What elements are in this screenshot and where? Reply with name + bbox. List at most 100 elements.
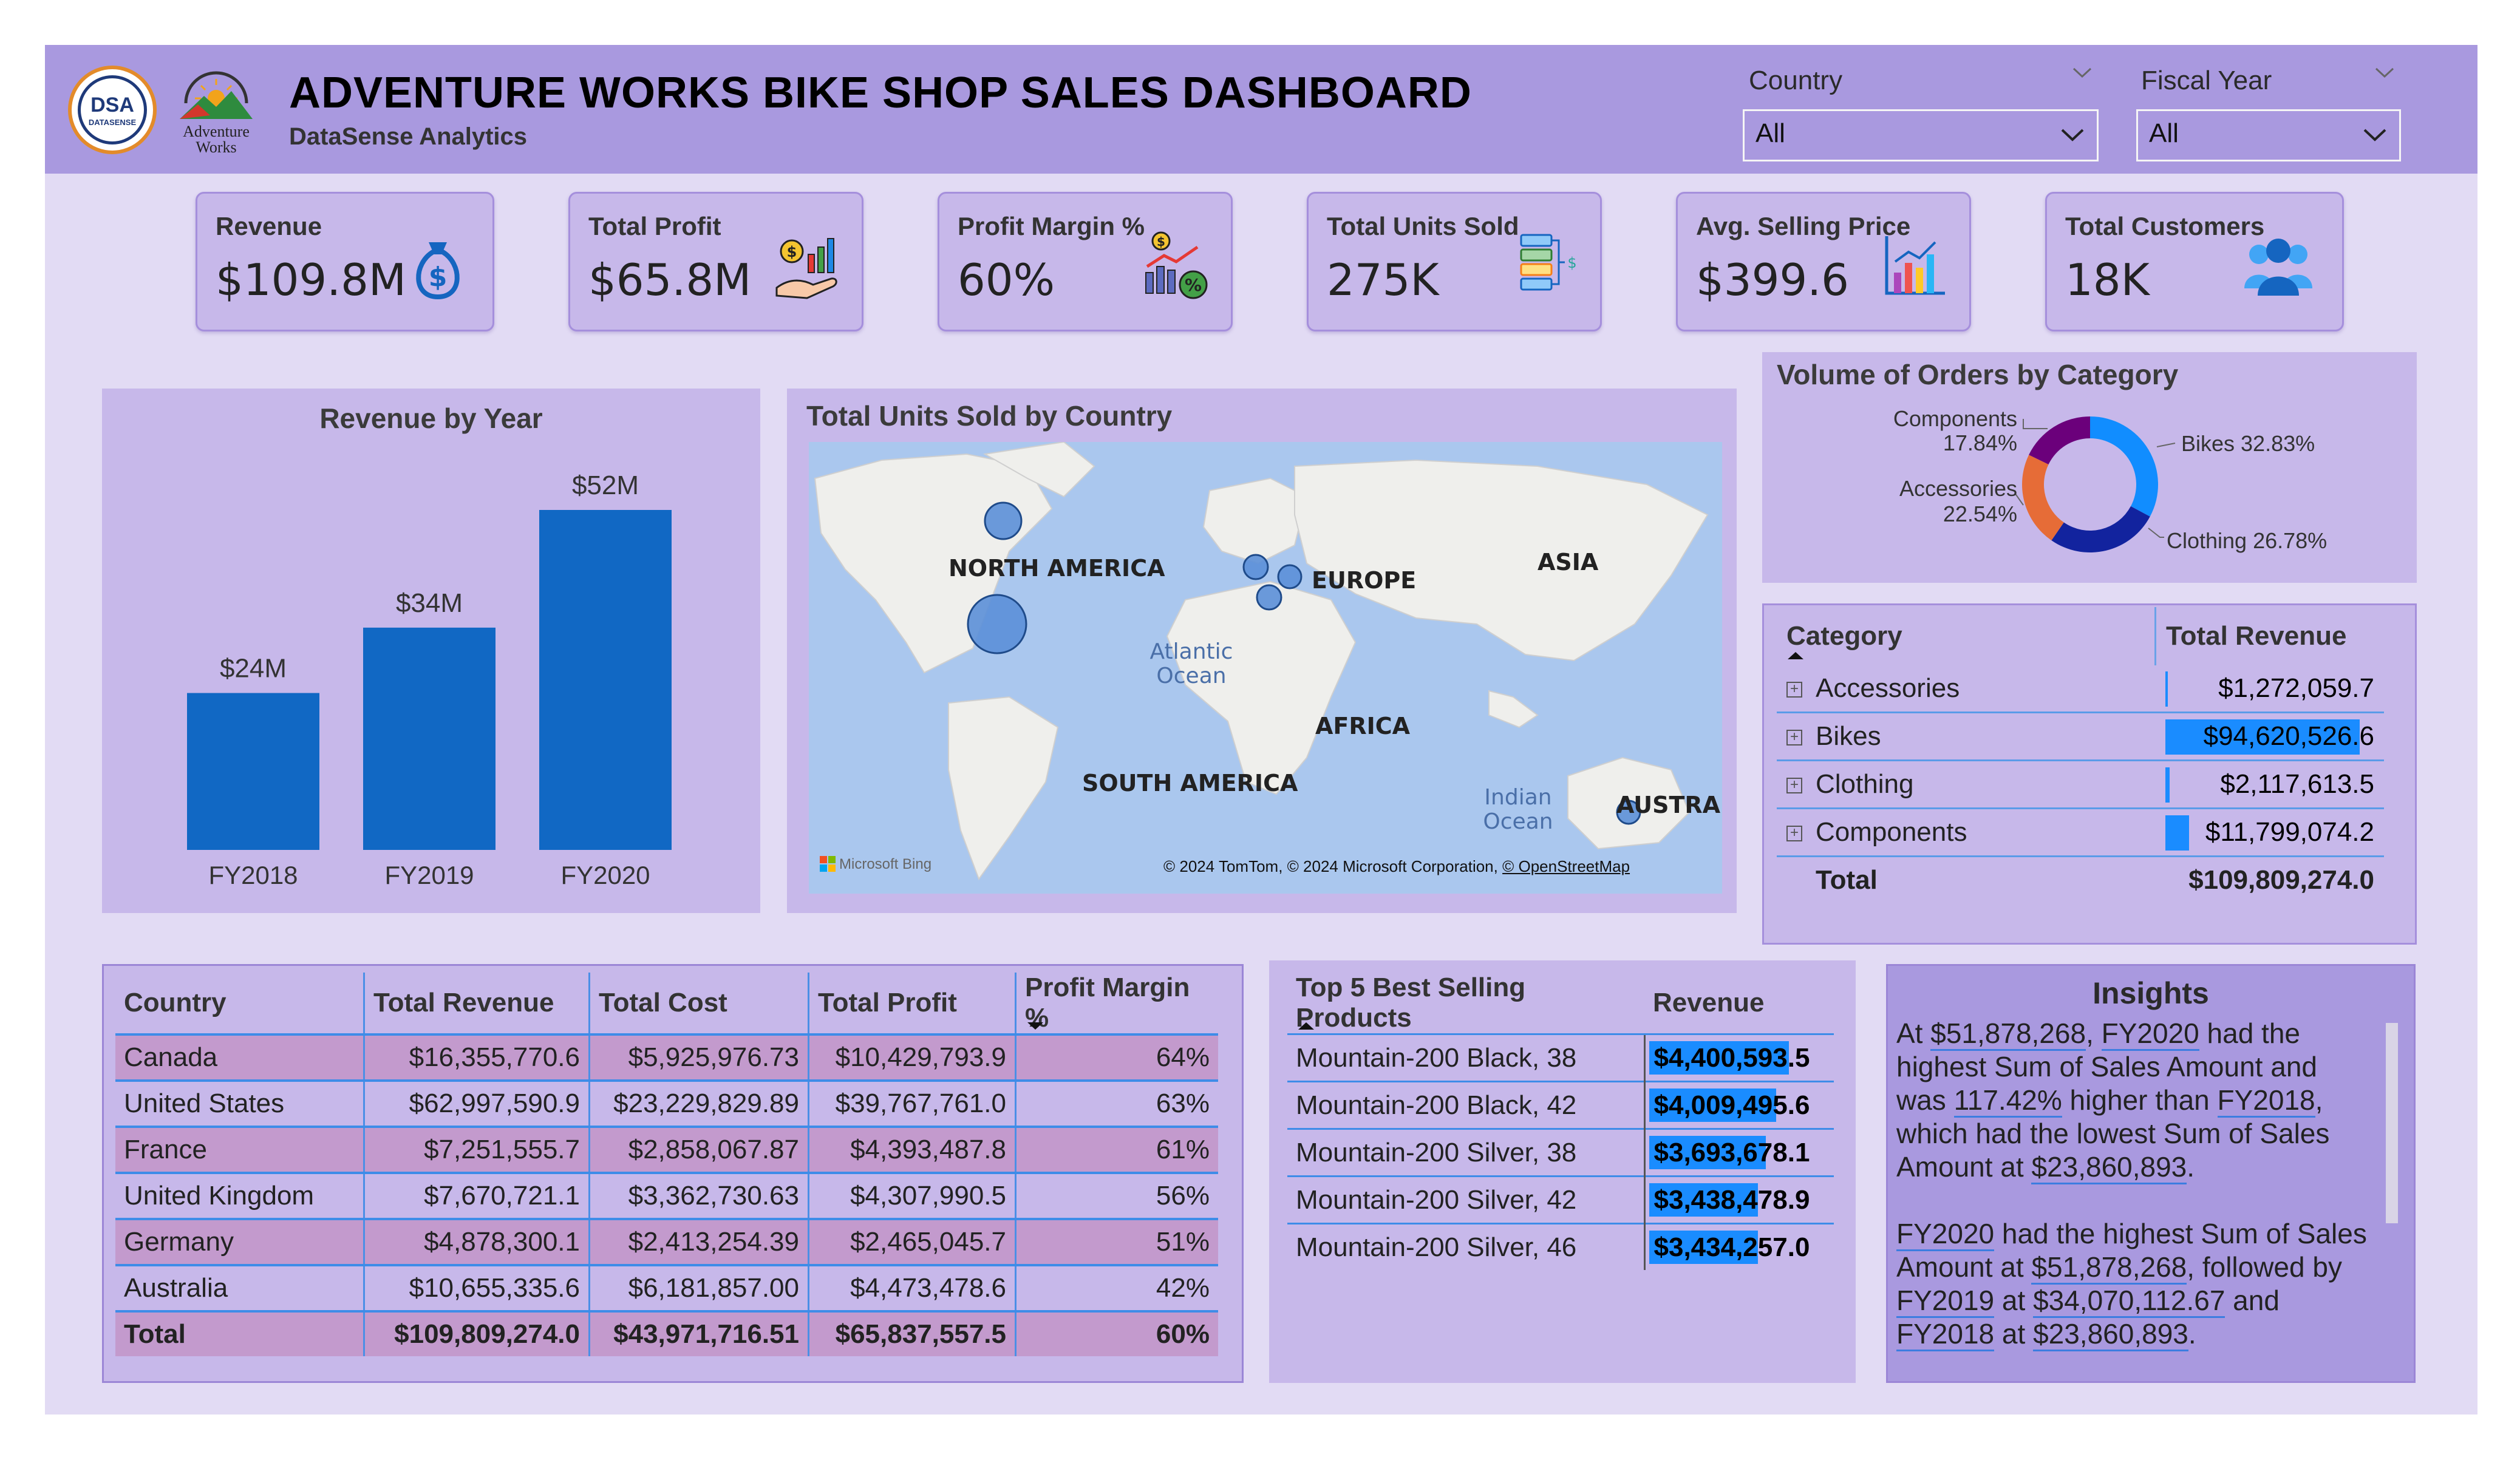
page-title: ADVENTURE WORKS BIKE SHOP SALES DASHBOAR… [289,69,1472,117]
chevron-down-icon [2363,129,2386,141]
customers-icon [2244,239,2312,296]
kpi-card-total-customers[interactable]: Total Customers 18K [2045,192,2344,331]
table-row[interactable]: France $7,251,555.7 $2,858,067.87 $4,393,48… [115,1126,1218,1173]
category-row[interactable]: + Clothing $2,117,613.5 [1777,760,2384,809]
kpi-card-profit-margin[interactable]: Profit Margin % 60% $ % [938,192,1233,331]
kpi-label: Total Profit [588,212,721,240]
bar-fy2018[interactable] [187,693,319,850]
world-map[interactable]: NORTH AMERICA EUROPE ASIA AFRICA SOUTH A… [809,442,1722,894]
sort-asc-icon [1298,1022,1314,1030]
header-profit-margin[interactable]: Profit Margin % [1016,973,1219,1034]
header-revenue[interactable]: Revenue [1644,973,1834,1034]
cell-value: $7,670,721.1 [364,1172,590,1219]
cell-value: 63% [1015,1079,1218,1127]
slice-bikes[interactable] [2090,416,2158,517]
expand-icon[interactable]: + [1786,682,1802,698]
product-row[interactable]: Mountain-200 Black, 38 $4,400,593.5 [1287,1033,1834,1082]
category-name: Bikes [1816,721,1881,751]
cell-total-revenue: $94,620,526.6 [2155,712,2384,761]
cell-total-revenue: $2,117,613.5 [2155,760,2384,809]
kpi-card-avg-selling-price[interactable]: Avg. Selling Price $399.6 [1676,192,1971,331]
header-total-cost[interactable]: Total Cost [589,973,809,1034]
header-country[interactable]: Country [115,973,365,1034]
label-north-america: NORTH AMERICA [948,555,1165,582]
cell-value: $3,362,730.63 [589,1172,809,1219]
product-row[interactable]: Mountain-200 Silver, 42 $3,438,478.9 [1287,1175,1834,1224]
country-dropdown-value: All [1755,118,1785,148]
units-stack-icon: $ [1520,234,1577,291]
expand-icon[interactable]: + [1786,730,1802,746]
cell-value: 51% [1015,1218,1218,1265]
table-row[interactable]: Germany $4,878,300.1 $2,413,254.39 $2,465,0… [115,1218,1218,1265]
table-row[interactable]: United Kingdom $7,670,721.1 $3,362,730.63 $… [115,1172,1218,1219]
revenue-value: $3,434,257.0 [1653,1232,1810,1262]
table-row[interactable]: United States $62,997,590.9 $23,229,829.89… [115,1079,1218,1127]
cell-value: $4,307,990.5 [808,1172,1017,1219]
category-row[interactable]: + Accessories $1,272,059.7 [1777,665,2384,713]
category-total-row: Total $109,809,274.0 [1777,857,2384,904]
kpi-label: Total Units Sold [1327,212,1519,240]
kpi-card-total-profit[interactable]: Total Profit $65.8M $ [568,192,863,331]
bar-fy2020[interactable] [539,510,672,850]
cell-value: $2,858,067.87 [589,1126,809,1173]
cell-product: Mountain-200 Silver, 38 [1287,1128,1644,1177]
cell-category: + Components [1777,808,2156,857]
data-bar [2165,767,2170,803]
cell-value: 42% [1015,1264,1218,1311]
map-title: Total Units Sold by Country [806,400,1173,432]
fiscal-year-collapse-chevron-icon[interactable] [2374,62,2395,86]
header-category[interactable]: Category [1777,607,2156,665]
donut-label-components: Components 17.84% [1893,406,2017,455]
header-total-revenue[interactable]: Total Revenue [364,973,590,1034]
table-row[interactable]: Australia $10,655,335.6 $6,181,857.00 $4,47… [115,1264,1218,1311]
category-row[interactable]: + Bikes $94,620,526.6 [1777,712,2384,761]
expand-icon[interactable]: + [1786,778,1802,794]
bar-fy2019[interactable] [363,627,495,850]
x-tick-label: FY2019 [384,861,474,889]
header-product[interactable]: Top 5 Best Selling Products [1287,973,1644,1034]
cell-category: + Accessories [1777,665,2156,713]
slice-components[interactable] [2029,416,2090,464]
kpi-card-revenue[interactable]: Revenue $109.8M $ [196,192,494,331]
cell-revenue: $3,434,257.0 [1643,1223,1834,1270]
openstreetmap-link[interactable]: © OpenStreetMap [1502,857,1630,875]
insight-paragraph-1: At $51,878,268, FY2020 had the highest S… [1896,1017,2370,1184]
svg-text:$: $ [1157,234,1165,249]
orders-by-category-panel: Volume of Orders by Category Bikes 32.83… [1762,352,2417,583]
cell-product: Mountain-200 Silver, 42 [1287,1175,1644,1224]
table-total-row: Total $109,809,274.0 $43,971,716.51 $65,837… [115,1310,1218,1356]
cell-total-revenue: $1,272,059.7 [2155,665,2384,713]
product-row[interactable]: Mountain-200 Black, 42 $4,009,495.6 [1287,1081,1834,1129]
cell-value: $39,767,761.0 [808,1079,1017,1127]
product-row[interactable]: Mountain-200 Silver, 38 $3,693,678.1 [1287,1128,1834,1177]
leader-line [2023,419,2048,429]
header-total-revenue[interactable]: Total Revenue [2156,607,2385,665]
slice-clothing[interactable] [2051,506,2150,553]
cell-value: $2,413,254.39 [589,1218,809,1265]
kpi-value: 60% [958,254,1055,305]
cell-value: $6,181,857.00 [589,1264,809,1311]
cell-total-label: Total [1816,865,1878,895]
revenue-value: $4,009,495.6 [1653,1090,1810,1120]
fiscal-year-dropdown[interactable]: All [2136,109,2401,161]
header-total-profit[interactable]: Total Profit [808,973,1017,1034]
slice-accessories[interactable] [2022,455,2064,541]
product-row[interactable]: Mountain-200 Silver, 46 $3,434,257.0 [1287,1223,1834,1270]
table-row[interactable]: Canada $16,355,770.6 $5,925,976.73 $10,429,… [115,1033,1218,1081]
southeast-asia-shape [1488,690,1539,728]
country-dropdown[interactable]: All [1743,109,2099,161]
expand-icon[interactable]: + [1786,826,1802,842]
logo-aw-text: Adventure Works [183,123,250,156]
insights-scrollbar[interactable] [2386,1023,2398,1223]
cell-value: $7,251,555.7 [364,1126,590,1173]
bar-chart-icon [1885,236,1945,295]
cell-category: + Bikes [1777,712,2156,761]
cell-value: $2,465,045.7 [808,1218,1017,1265]
kpi-card-total-units-sold[interactable]: Total Units Sold 275K $ [1307,192,1602,331]
cell-country: United States [115,1079,365,1127]
country-collapse-chevron-icon[interactable] [2072,62,2093,86]
bubble-canada [984,501,1023,540]
kpi-value: $109.8M [216,254,407,305]
kpi-value: 275K [1327,254,1439,305]
category-row[interactable]: + Components $11,799,074.2 [1777,808,2384,857]
